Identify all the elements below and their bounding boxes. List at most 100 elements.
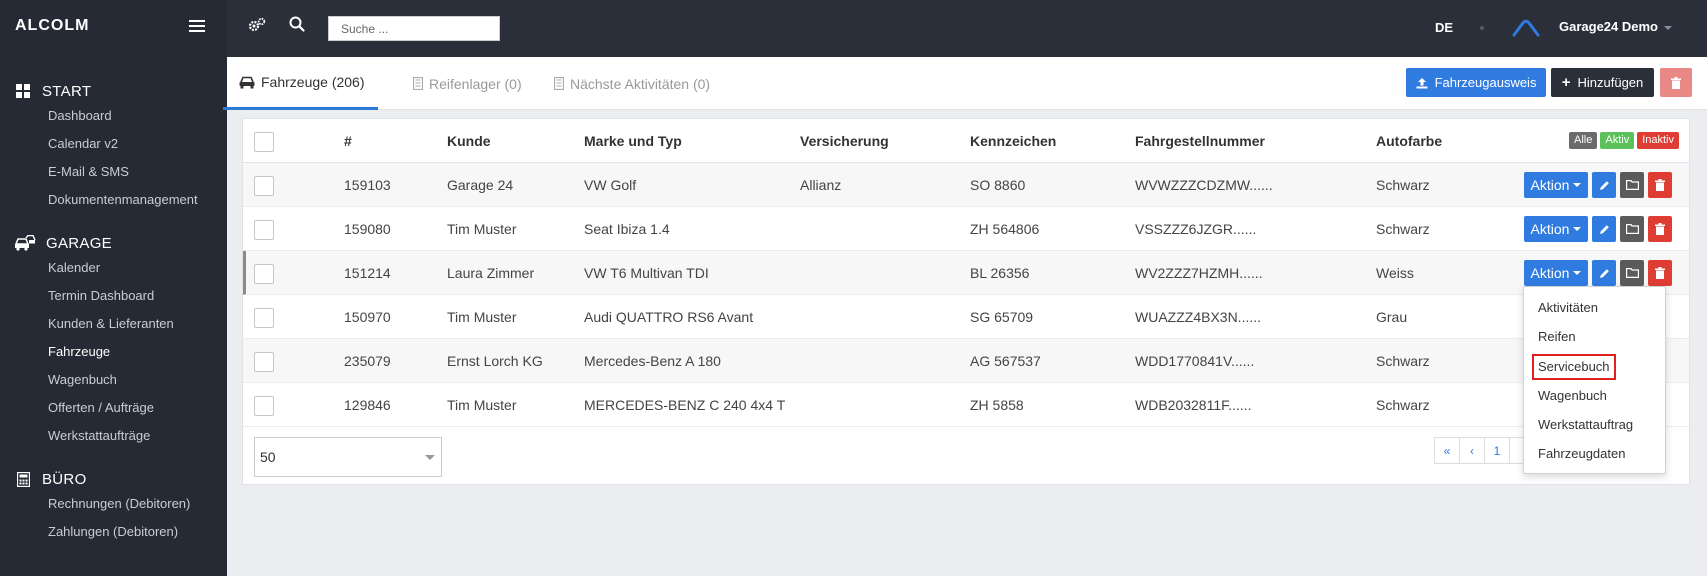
delete-row-button[interactable] <box>1648 260 1672 286</box>
sidebar-section-buero: BÜRO Rechnungen (Debitoren) Zahlungen (D… <box>0 468 227 546</box>
sidebar-item-rechnungen[interactable]: Rechnungen (Debitoren) <box>0 490 227 518</box>
sidebar-item-dashboard[interactable]: Dashboard <box>0 102 227 130</box>
cell-kunde: Tim Muster <box>447 221 517 237</box>
cell-kunde: Tim Muster <box>447 397 517 413</box>
tab-reifenlager[interactable]: Reifenlager (0) <box>413 57 522 110</box>
row-checkbox[interactable] <box>254 308 274 328</box>
fahrzeugausweis-button[interactable]: Fahrzeugausweis <box>1406 68 1546 97</box>
car-icon <box>239 76 255 89</box>
sidebar-item-calendar-v2[interactable]: Calendar v2 <box>0 130 227 158</box>
page-size-select[interactable]: 50 <box>254 437 442 477</box>
aktion-dropdown-menu: Aktivitäten Reifen Servicebuch Wagenbuch… <box>1523 286 1666 474</box>
sidebar-item-offerten-auftraege[interactable]: Offerten / Aufträge <box>0 394 227 422</box>
table-row[interactable]: 235079 Ernst Lorch KG Mercedes-Benz A 18… <box>243 339 1689 383</box>
sidebar-item-fahrzeuge[interactable]: Fahrzeuge <box>0 338 227 366</box>
search-icon[interactable] <box>289 16 305 32</box>
row-checkbox[interactable] <box>254 176 274 196</box>
language-switcher[interactable]: DE <box>1435 20 1453 35</box>
cell-kennzeichen: SO 8860 <box>970 177 1026 193</box>
sidebar-item-werkstattauftraege[interactable]: Werkstattaufträge <box>0 422 227 450</box>
folder-icon <box>1625 180 1639 190</box>
row-checkbox[interactable] <box>254 396 274 416</box>
brand-logo[interactable]: ALCOLM <box>15 17 89 35</box>
col-kennzeichen[interactable]: Kennzeichen <box>970 119 1056 163</box>
filter-inactive-badge[interactable]: Inaktiv <box>1637 132 1679 149</box>
section-title-buero: BÜRO <box>42 470 87 488</box>
sidebar-item-email-sms[interactable]: E-Mail & SMS <box>0 158 227 186</box>
menu-item-fahrzeugdaten[interactable]: Fahrzeugdaten <box>1524 439 1665 468</box>
cell-marke: VW Golf <box>584 177 637 193</box>
folder-button[interactable] <box>1620 260 1644 286</box>
add-button[interactable]: + Hinzufügen <box>1551 68 1654 97</box>
col-versicherung[interactable]: Versicherung <box>800 119 889 163</box>
folder-button[interactable] <box>1620 216 1644 242</box>
table-row[interactable]: 150970 Tim Muster Audi QUATTRO RS6 Avant… <box>243 295 1689 339</box>
col-kunde[interactable]: Kunde <box>447 119 491 163</box>
gears-icon[interactable] <box>248 17 266 38</box>
table-row[interactable]: 159103 Garage 24 VW Golf Allianz SO 8860… <box>243 163 1689 207</box>
tab-fahrzeuge[interactable]: Fahrzeuge (206) <box>223 57 378 110</box>
cell-vin: WDB2032811F...... <box>1135 397 1252 413</box>
button-label: Fahrzeugausweis <box>1434 75 1537 90</box>
cell-kennzeichen: BL 26356 <box>970 265 1030 281</box>
aktion-dropdown-button[interactable]: Aktion <box>1524 216 1588 242</box>
table-row[interactable]: 151214 Laura Zimmer VW T6 Multivan TDI B… <box>243 251 1689 295</box>
cell-id: 159103 <box>344 177 391 193</box>
sidebar-item-termin-dashboard[interactable]: Termin Dashboard <box>0 282 227 310</box>
col-marke[interactable]: Marke und Typ <box>584 119 682 163</box>
table-row[interactable]: 159080 Tim Muster Seat Ibiza 1.4 ZH 5648… <box>243 207 1689 251</box>
delete-row-button[interactable] <box>1648 216 1672 242</box>
table-row[interactable]: 129846 Tim Muster MERCEDES-BENZ C 240 4x… <box>243 383 1689 427</box>
edit-button[interactable] <box>1592 216 1616 242</box>
folder-icon <box>1625 268 1639 278</box>
menu-item-aktivitaeten[interactable]: Aktivitäten <box>1524 293 1665 322</box>
menu-item-servicebuch[interactable]: Servicebuch <box>1524 352 1665 381</box>
cell-vin: VSSZZZ6JZGR...... <box>1135 221 1257 237</box>
select-all-checkbox[interactable] <box>254 132 274 152</box>
edit-button[interactable] <box>1592 260 1616 286</box>
cell-id: 235079 <box>344 353 391 369</box>
first-page-button[interactable]: « <box>1434 437 1460 464</box>
user-name: Garage24 Demo <box>1559 19 1658 34</box>
menu-item-wagenbuch[interactable]: Wagenbuch <box>1524 381 1665 410</box>
row-checkbox[interactable] <box>254 352 274 372</box>
col-fahrgestellnummer[interactable]: Fahrgestellnummer <box>1135 119 1265 163</box>
filter-active-badge[interactable]: Aktiv <box>1600 132 1635 149</box>
sidebar-item-kalender[interactable]: Kalender <box>0 254 227 282</box>
search-input[interactable] <box>328 16 500 41</box>
hamburger-menu-icon[interactable] <box>189 20 205 32</box>
trash-icon <box>1655 179 1665 191</box>
prev-page-button[interactable]: ‹ <box>1459 437 1485 464</box>
row-checkbox[interactable] <box>254 264 274 284</box>
menu-item-reifen[interactable]: Reifen <box>1524 322 1665 351</box>
sidebar-item-zahlungen[interactable]: Zahlungen (Debitoren) <box>0 518 227 546</box>
page-1-button[interactable]: 1 <box>1484 437 1510 464</box>
cell-marke: MERCEDES-BENZ C 240 4x4 T <box>584 397 786 413</box>
section-heading: BÜRO <box>0 468 227 490</box>
user-menu[interactable]: Garage24 Demo <box>1559 19 1672 34</box>
menu-item-werkstattauftrag[interactable]: Werkstattauftrag <box>1524 410 1665 439</box>
tab-naechste-aktivitaeten[interactable]: Nächste Aktivitäten (0) <box>554 57 710 110</box>
sidebar-item-wagenbuch[interactable]: Wagenbuch <box>0 366 227 394</box>
folder-icon <box>1625 224 1639 234</box>
vehicles-table: # Kunde Marke und Typ Versicherung Kennz… <box>242 118 1690 485</box>
edit-button[interactable] <box>1592 172 1616 198</box>
cell-kunde: Tim Muster <box>447 309 517 325</box>
col-autofarbe[interactable]: Autofarbe <box>1376 119 1442 163</box>
brand-bar: ALCOLM <box>0 0 227 52</box>
aktion-dropdown-button[interactable]: Aktion <box>1524 260 1588 286</box>
folder-button[interactable] <box>1620 172 1644 198</box>
delete-button[interactable] <box>1660 68 1692 97</box>
row-checkbox[interactable] <box>254 220 274 240</box>
sidebar-item-dokumentenmanagement[interactable]: Dokumentenmanagement <box>0 186 227 214</box>
caret-down-icon <box>1573 271 1582 275</box>
tab-label: Nächste Aktivitäten (0) <box>570 75 711 92</box>
col-number[interactable]: # <box>344 119 352 163</box>
filter-all-badge[interactable]: Alle <box>1569 132 1598 149</box>
sidebar-item-kunden-lieferanten[interactable]: Kunden & Lieferanten <box>0 310 227 338</box>
cell-vin: WDD1770841V...... <box>1135 353 1255 369</box>
cell-farbe: Schwarz <box>1376 177 1430 193</box>
aktion-dropdown-button[interactable]: Aktion <box>1524 172 1588 198</box>
cell-id: 150970 <box>344 309 391 325</box>
delete-row-button[interactable] <box>1648 172 1672 198</box>
